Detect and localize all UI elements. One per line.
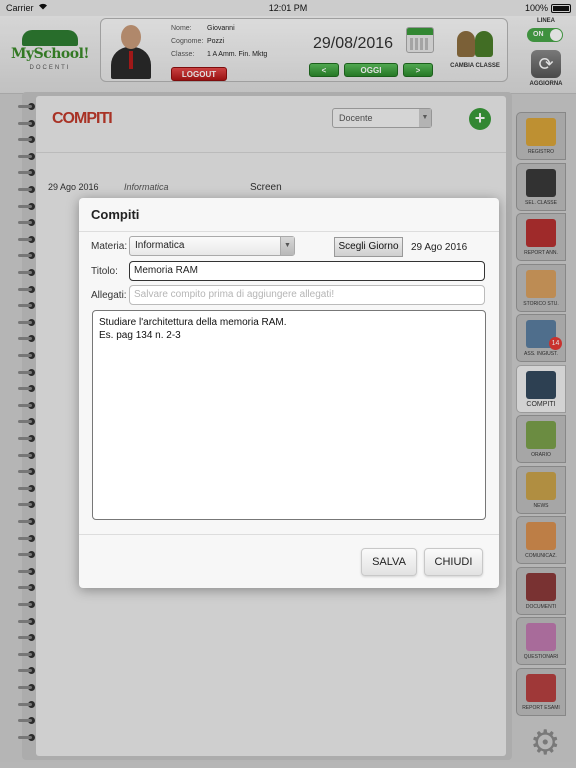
compiti-dialog: Compiti Materia: Informatica ▼ Scegli Gi… [79, 198, 499, 588]
allegati-label: Allegati: [91, 290, 127, 301]
allegati-field[interactable]: Salvare compito prima di aggiungere alle… [129, 285, 485, 305]
titolo-label: Titolo: [91, 266, 118, 277]
scegli-giorno-button[interactable]: Scegli Giorno [334, 237, 403, 257]
materia-label: Materia: [91, 241, 128, 252]
titolo-input[interactable]: Memoria RAM [129, 261, 485, 281]
save-button[interactable]: SALVA [361, 548, 417, 576]
dialog-title: Compiti [91, 207, 140, 222]
materia-select[interactable]: Informatica ▼ [129, 236, 295, 256]
selected-date: 29 Ago 2016 [411, 242, 468, 253]
compito-description-textarea[interactable]: Studiare l'architettura della memoria RA… [92, 310, 486, 520]
chevron-down-icon: ▼ [280, 237, 294, 255]
materia-select-value: Informatica [135, 240, 185, 251]
close-button[interactable]: CHIUDI [424, 548, 483, 576]
